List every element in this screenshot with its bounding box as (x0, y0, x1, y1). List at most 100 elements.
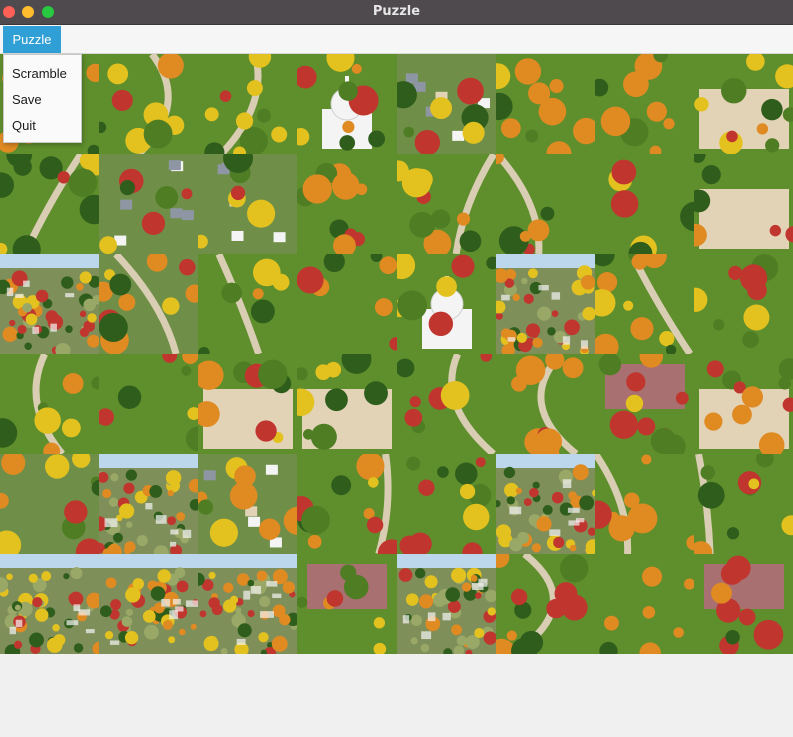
puzzle-tile[interactable] (594, 154, 695, 254)
tile-image (396, 254, 497, 354)
tile-image (594, 254, 695, 354)
tile-image (99, 54, 200, 154)
tile-image (495, 254, 596, 354)
tile-image (297, 154, 398, 254)
tile-image (594, 54, 695, 154)
tile-image (99, 354, 200, 454)
puzzle-tile[interactable] (693, 254, 793, 354)
puzzle-tile[interactable] (198, 154, 299, 254)
puzzle-tile[interactable] (0, 254, 100, 354)
tile-image (693, 54, 793, 154)
puzzle-tile[interactable] (396, 554, 497, 654)
tile-image (594, 354, 695, 454)
puzzle-tile[interactable] (0, 454, 100, 554)
menu-bar: Puzzle (0, 25, 793, 54)
puzzle-tile[interactable] (297, 154, 398, 254)
tile-image (693, 154, 793, 254)
tile-image (99, 454, 200, 554)
puzzle-tile[interactable] (198, 354, 299, 454)
tile-image (495, 154, 596, 254)
puzzle-tile[interactable] (0, 154, 100, 254)
window-title: Puzzle (372, 4, 421, 19)
puzzle-tile[interactable] (0, 354, 100, 454)
tile-image (495, 554, 596, 654)
puzzle-tile[interactable] (693, 54, 793, 154)
puzzle-tile[interactable] (495, 154, 596, 254)
puzzle-tile[interactable] (594, 454, 695, 554)
tile-image (396, 154, 497, 254)
tile-image (693, 354, 793, 454)
puzzle-tile[interactable] (396, 254, 497, 354)
puzzle-tile[interactable] (495, 454, 596, 554)
tile-image (693, 554, 793, 654)
tile-image (297, 454, 398, 554)
tile-image (0, 454, 100, 554)
puzzle-tile[interactable] (594, 354, 695, 454)
puzzle-tile[interactable] (297, 554, 398, 654)
tile-image (594, 454, 695, 554)
puzzle-tile[interactable] (297, 454, 398, 554)
tile-image (693, 254, 793, 354)
tile-image (297, 254, 398, 354)
tile-image (198, 154, 299, 254)
tile-image (396, 54, 497, 154)
tile-image (0, 354, 100, 454)
puzzle-tile[interactable] (297, 354, 398, 454)
puzzle-tile[interactable] (99, 54, 200, 154)
puzzle-tile[interactable] (594, 554, 695, 654)
tile-image (396, 454, 497, 554)
tile-image (198, 554, 299, 654)
puzzle-tile[interactable] (693, 554, 793, 654)
puzzle-tile[interactable] (297, 254, 398, 354)
tile-image (594, 154, 695, 254)
tile-image (0, 154, 100, 254)
menu-item-save[interactable]: Save (12, 92, 42, 107)
puzzle-tile[interactable] (99, 254, 200, 354)
tile-image (198, 354, 299, 454)
tile-image (297, 354, 398, 454)
tile-image (594, 554, 695, 654)
puzzle-tile[interactable] (99, 354, 200, 454)
puzzle-tile[interactable] (495, 554, 596, 654)
tile-image (693, 454, 793, 554)
tile-image (99, 554, 200, 654)
tile-image (0, 254, 100, 354)
puzzle-tile[interactable] (396, 154, 497, 254)
tile-image (495, 454, 596, 554)
puzzle-tile[interactable] (198, 554, 299, 654)
puzzle-menu-dropdown: Scramble Save Quit (3, 54, 82, 143)
tile-image (495, 354, 596, 454)
tile-image (99, 254, 200, 354)
puzzle-tile[interactable] (693, 154, 793, 254)
puzzle-tile[interactable] (99, 554, 200, 654)
puzzle-tile[interactable] (495, 254, 596, 354)
puzzle-tile[interactable] (594, 54, 695, 154)
puzzle-tile[interactable] (297, 54, 398, 154)
tile-image (396, 554, 497, 654)
puzzle-tile[interactable] (693, 454, 793, 554)
puzzle-tile[interactable] (594, 254, 695, 354)
puzzle-tile[interactable] (198, 54, 299, 154)
tile-image (0, 554, 100, 654)
tile-image (297, 54, 398, 154)
puzzle-tile[interactable] (495, 354, 596, 454)
puzzle-tile[interactable] (99, 454, 200, 554)
puzzle-tile[interactable] (396, 354, 497, 454)
puzzle-tile[interactable] (495, 54, 596, 154)
puzzle-tile[interactable] (693, 354, 793, 454)
puzzle-tile[interactable] (198, 254, 299, 354)
puzzle-tile[interactable] (0, 554, 100, 654)
menu-item-scramble[interactable]: Scramble (12, 66, 67, 81)
menu-puzzle[interactable]: Puzzle (3, 26, 61, 53)
tile-image (198, 454, 299, 554)
puzzle-tile[interactable] (396, 454, 497, 554)
menu-item-quit[interactable]: Quit (12, 118, 36, 133)
puzzle-tile[interactable] (99, 154, 200, 254)
tile-image (99, 154, 200, 254)
puzzle-tile[interactable] (198, 454, 299, 554)
tile-image (396, 354, 497, 454)
tile-image (198, 254, 299, 354)
tile-image (198, 54, 299, 154)
puzzle-tile[interactable] (396, 54, 497, 154)
title-bar: Puzzle (0, 0, 793, 25)
